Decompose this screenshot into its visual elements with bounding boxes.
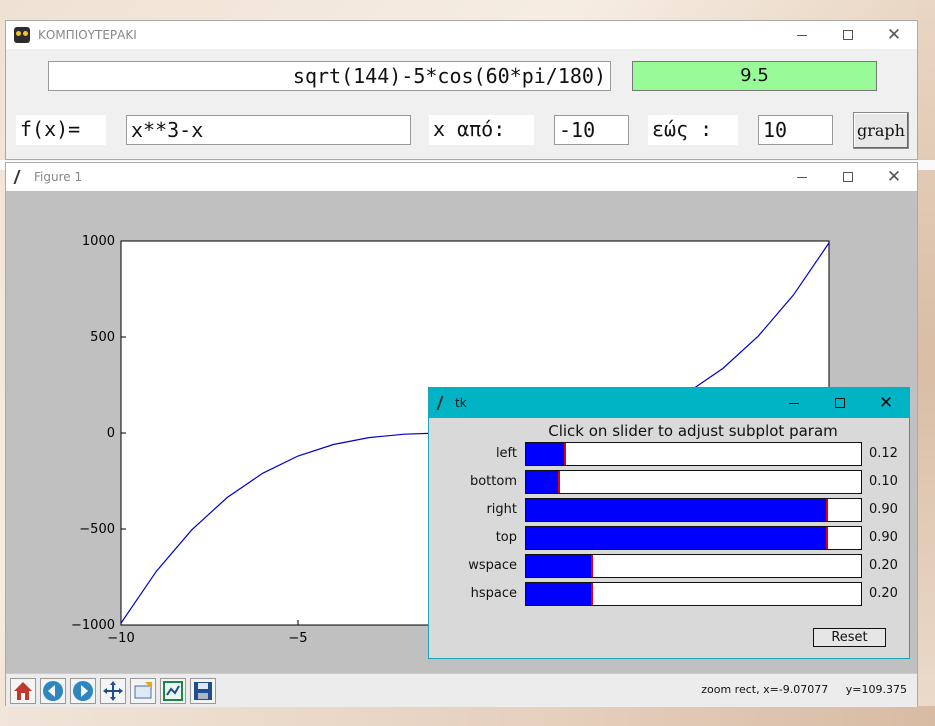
save-icon[interactable]	[190, 678, 216, 704]
y-tick-label: 0	[107, 426, 115, 441]
slider-fill[interactable]	[526, 443, 566, 465]
subplot-heading: Click on slider to adjust subplot param	[548, 422, 838, 440]
slider-row-bottom: bottom 0.10	[429, 470, 909, 494]
slider-fill[interactable]	[526, 499, 828, 521]
close-icon: ✕	[886, 166, 902, 187]
desktop-wallpaper-right	[918, 0, 935, 726]
slider-row-left: left 0.12	[429, 442, 909, 466]
close-button[interactable]: ✕	[871, 21, 917, 49]
forward-icon[interactable]	[70, 678, 96, 704]
minimize-icon	[797, 176, 807, 178]
slider-label: top	[495, 530, 517, 545]
from-input[interactable]: -10	[554, 115, 629, 145]
slider-label: right	[486, 502, 517, 517]
minimize-icon	[797, 34, 807, 36]
figure-close-button[interactable]: ✕	[871, 163, 917, 191]
slider-row-right: right 0.90	[429, 498, 909, 522]
tk-minimize-button[interactable]	[771, 388, 817, 418]
slider-value: 0.20	[869, 586, 898, 601]
feather-icon	[436, 396, 452, 410]
desktop-wallpaper-bottom	[0, 706, 935, 726]
slider-top[interactable]	[525, 526, 862, 550]
slider-hspace[interactable]	[525, 582, 862, 606]
y-tick-label: 500	[90, 330, 115, 345]
slider-label: wspace	[468, 558, 517, 573]
close-icon: ✕	[878, 392, 894, 413]
slider-value: 0.10	[869, 474, 898, 489]
tk-titlebar[interactable]: tk ✕	[429, 388, 909, 418]
zoom-icon[interactable]	[130, 678, 156, 704]
back-icon[interactable]	[40, 678, 66, 704]
minimize-icon	[789, 402, 799, 404]
x-tick-label: −10	[107, 631, 134, 646]
figure-title: Figure 1	[34, 170, 83, 184]
slider-right[interactable]	[525, 498, 862, 522]
slider-value: 0.90	[869, 530, 898, 545]
minimize-button[interactable]	[779, 21, 825, 49]
maximize-icon	[843, 30, 853, 40]
calculator-window: ΚΟΜΠΙΟΥΤΕΡΑΚΙ ✕ sqrt(144)-5*cos(60*pi/18…	[5, 20, 918, 160]
tk-title: tk	[455, 396, 467, 410]
slider-fill[interactable]	[526, 471, 560, 493]
status-mode: zoom rect, x=-9.07077	[701, 683, 829, 696]
figure-minimize-button[interactable]	[779, 163, 825, 191]
slider-fill[interactable]	[526, 583, 593, 605]
slider-label: bottom	[469, 474, 517, 489]
calculator-titlebar[interactable]: ΚΟΜΠΙΟΥΤΕΡΑΚΙ ✕	[6, 21, 917, 49]
home-icon[interactable]	[10, 678, 36, 704]
slider-wspace[interactable]	[525, 554, 862, 578]
fx-label: f(x)=	[16, 115, 106, 145]
maximize-button[interactable]	[825, 21, 871, 49]
reset-button[interactable]: Reset	[813, 628, 886, 647]
to-label: εώς :	[648, 115, 738, 145]
app-icon	[14, 27, 30, 43]
slider-row-wspace: wspace 0.20	[429, 554, 909, 578]
figure-maximize-button[interactable]	[825, 163, 871, 191]
from-label: x από:	[429, 115, 534, 145]
subplots-icon[interactable]	[160, 678, 186, 704]
slider-fill[interactable]	[526, 555, 593, 577]
maximize-icon	[835, 398, 845, 408]
pan-icon[interactable]	[100, 678, 126, 704]
expression-input[interactable]: sqrt(144)-5*cos(60*pi/180)	[48, 61, 611, 91]
feather-icon	[13, 170, 29, 184]
figure-toolbar: zoom rect, x=-9.07077 y=109.375	[6, 673, 917, 707]
slider-row-top: top 0.90	[429, 526, 909, 550]
slider-label: left	[495, 446, 517, 461]
x-tick-label: −5	[288, 631, 307, 646]
to-input[interactable]: 10	[758, 115, 833, 145]
slider-value: 0.12	[869, 446, 898, 461]
tk-maximize-button[interactable]	[817, 388, 863, 418]
status-readout: zoom rect, x=-9.07077 y=109.375	[687, 683, 907, 696]
slider-left[interactable]	[525, 442, 862, 466]
graph-button[interactable]: graph	[853, 112, 909, 149]
slider-fill[interactable]	[526, 527, 828, 549]
slider-value: 0.90	[869, 502, 898, 517]
function-input[interactable]: x**3-x	[126, 115, 411, 145]
y-tick-label: 1000	[82, 234, 115, 249]
tk-close-button[interactable]: ✕	[863, 388, 909, 418]
slider-value: 0.20	[869, 558, 898, 573]
result-display: 9.5	[632, 61, 877, 91]
figure-titlebar[interactable]: Figure 1 ✕	[6, 163, 917, 191]
y-tick-label: −500	[79, 522, 115, 537]
slider-label: hspace	[470, 586, 517, 601]
close-icon: ✕	[886, 24, 902, 45]
window-title: ΚΟΜΠΙΟΥΤΕΡΑΚΙ	[38, 28, 137, 42]
status-y: y=109.375	[845, 683, 907, 696]
subplot-tool-window: tk ✕ Click on slider to adjust subplot p…	[428, 387, 910, 659]
maximize-icon	[843, 172, 853, 182]
slider-row-hspace: hspace 0.20	[429, 582, 909, 606]
slider-bottom[interactable]	[525, 470, 862, 494]
